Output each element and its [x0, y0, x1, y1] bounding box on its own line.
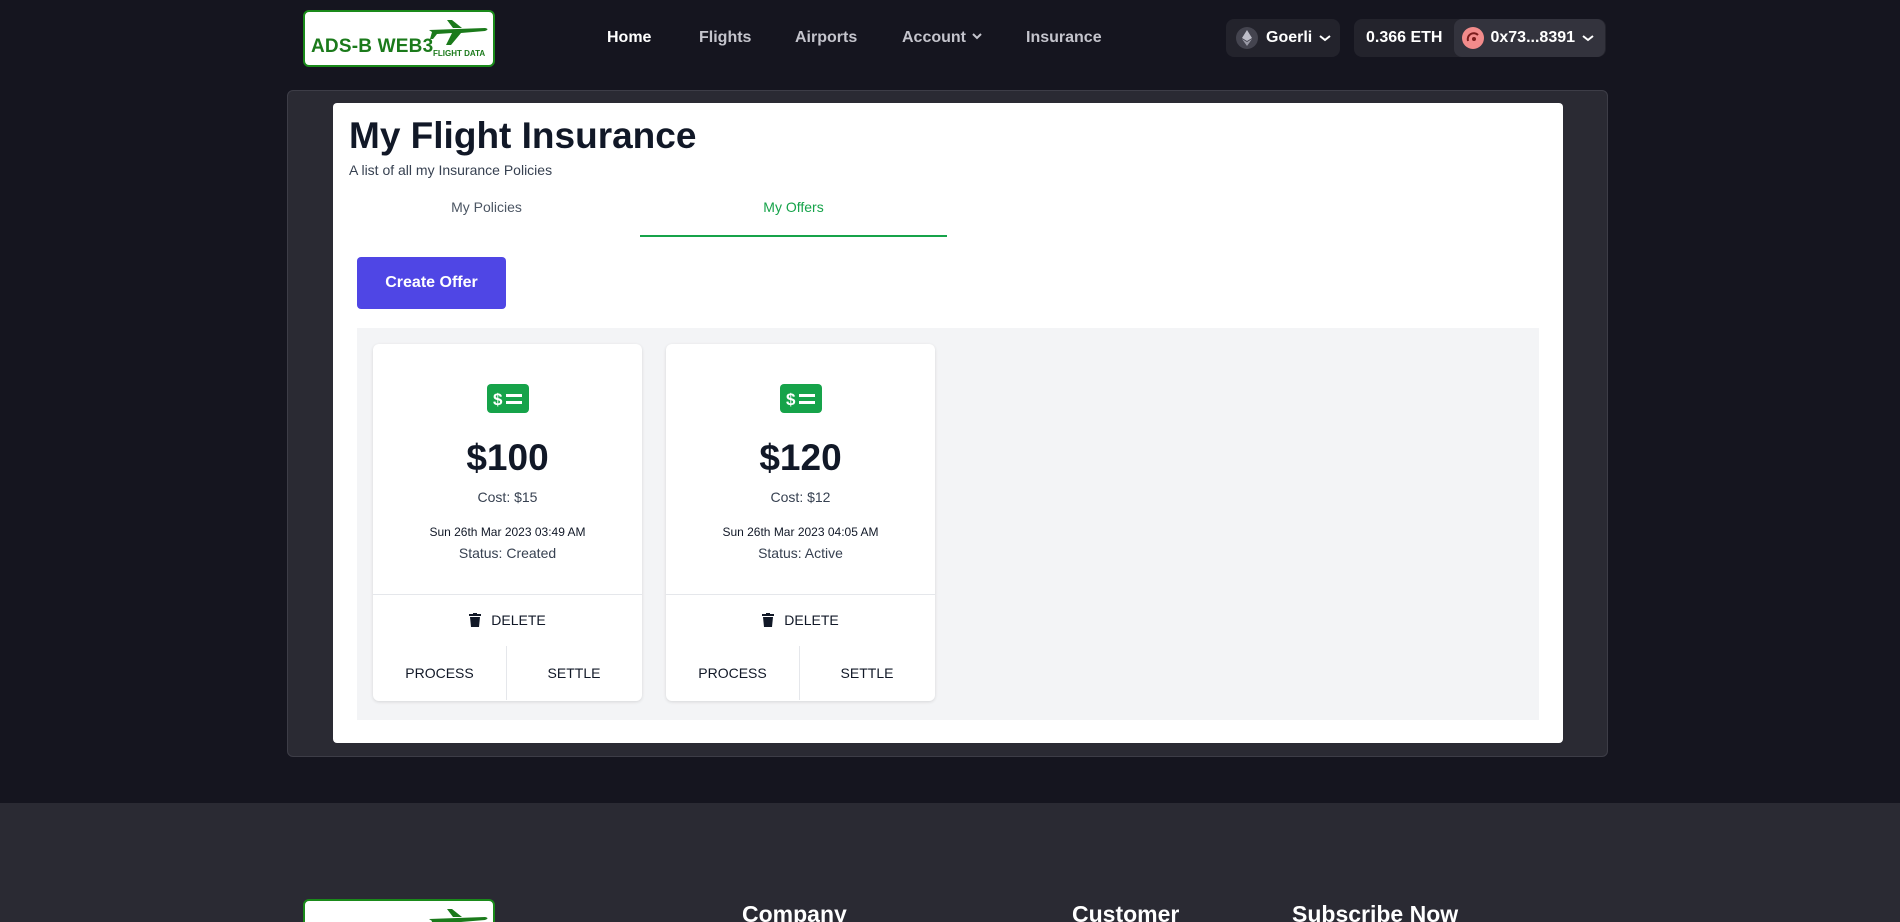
- ethereum-icon: [1236, 27, 1258, 49]
- svg-text:$: $: [786, 390, 796, 409]
- airplane-icon: [429, 909, 488, 922]
- tab-my-offers[interactable]: My Offers: [640, 199, 947, 237]
- offers-grid: $ $100 Cost: $15 Sun 26th Mar 2023 03:49…: [357, 328, 1539, 720]
- footer-heading-customer: Customer: [1072, 901, 1180, 922]
- wallet-balance: 0.366 ETH: [1366, 29, 1443, 46]
- footer-heading-company: Company: [742, 901, 847, 922]
- process-button[interactable]: PROCESS: [373, 646, 507, 700]
- logo-text: ADS-B WEB3: [311, 36, 434, 57]
- offer-cost: Cost: $12: [770, 489, 831, 505]
- nav-flights[interactable]: Flights: [699, 29, 751, 47]
- offer-cost: Cost: $15: [477, 489, 538, 505]
- trash-icon: [469, 613, 482, 627]
- delete-label: DELETE: [491, 612, 546, 628]
- airplane-icon: [429, 20, 488, 45]
- offer-date: Sun 26th Mar 2023 04:05 AM: [722, 525, 879, 539]
- account-address: 0x73...8391: [1490, 29, 1576, 46]
- offer-card: $ $120 Cost: $12 Sun 26th Mar 2023 04:05…: [666, 344, 935, 701]
- network-name: Goerli: [1266, 29, 1313, 46]
- logo-subtext: FLIGHT DATA: [433, 49, 486, 58]
- trash-icon: [762, 613, 775, 627]
- money-bill-icon: $: [487, 384, 529, 413]
- delete-label: DELETE: [784, 612, 839, 628]
- nav-home[interactable]: Home: [607, 29, 651, 47]
- tab-my-policies[interactable]: My Policies: [333, 199, 640, 237]
- nav-insurance[interactable]: Insurance: [1026, 29, 1102, 47]
- nav-account-label: Account: [902, 29, 966, 46]
- insurance-panel: My Flight Insurance A list of all my Ins…: [333, 103, 1563, 743]
- chevron-down-icon: [1319, 35, 1331, 42]
- site-logo[interactable]: ADS-B WEB3 FLIGHT DATA: [303, 10, 495, 67]
- delete-button[interactable]: DELETE: [666, 595, 935, 645]
- offer-amount: $100: [466, 437, 549, 478]
- footer-heading-subscribe: Subscribe Now: [1292, 901, 1459, 922]
- page-title: My Flight Insurance: [349, 115, 697, 156]
- process-button[interactable]: PROCESS: [666, 646, 800, 700]
- offer-card: $ $100 Cost: $15 Sun 26th Mar 2023 03:49…: [373, 344, 642, 701]
- offer-status: Status: Active: [758, 545, 843, 561]
- create-offer-button[interactable]: Create Offer: [357, 257, 506, 309]
- wallet-button[interactable]: 0.366 ETH 0x73...8391: [1354, 19, 1606, 57]
- settle-button[interactable]: SETTLE: [800, 646, 934, 700]
- svg-text:$: $: [493, 390, 503, 409]
- settle-button[interactable]: SETTLE: [507, 646, 641, 700]
- chevron-down-icon: [1582, 35, 1594, 42]
- offer-amount: $120: [759, 437, 842, 478]
- network-selector[interactable]: Goerli: [1226, 19, 1340, 57]
- delete-button[interactable]: DELETE: [373, 595, 642, 645]
- account-button[interactable]: 0x73...8391: [1454, 19, 1606, 57]
- chevron-down-icon: [972, 33, 982, 40]
- offer-status: Status: Created: [458, 545, 557, 561]
- footer-logo[interactable]: [303, 899, 495, 922]
- page-subtitle: A list of all my Insurance Policies: [349, 162, 553, 178]
- nav-airports[interactable]: Airports: [795, 29, 857, 47]
- avatar-icon: [1462, 27, 1485, 49]
- offer-date: Sun 26th Mar 2023 03:49 AM: [429, 525, 586, 539]
- site-footer: Company Customer Subscribe Now: [0, 803, 1900, 922]
- top-navbar: ADS-B WEB3 FLIGHT DATA Home Flights Airp…: [0, 0, 1900, 78]
- money-bill-icon: $: [780, 384, 822, 413]
- nav-account[interactable]: Account: [902, 29, 983, 47]
